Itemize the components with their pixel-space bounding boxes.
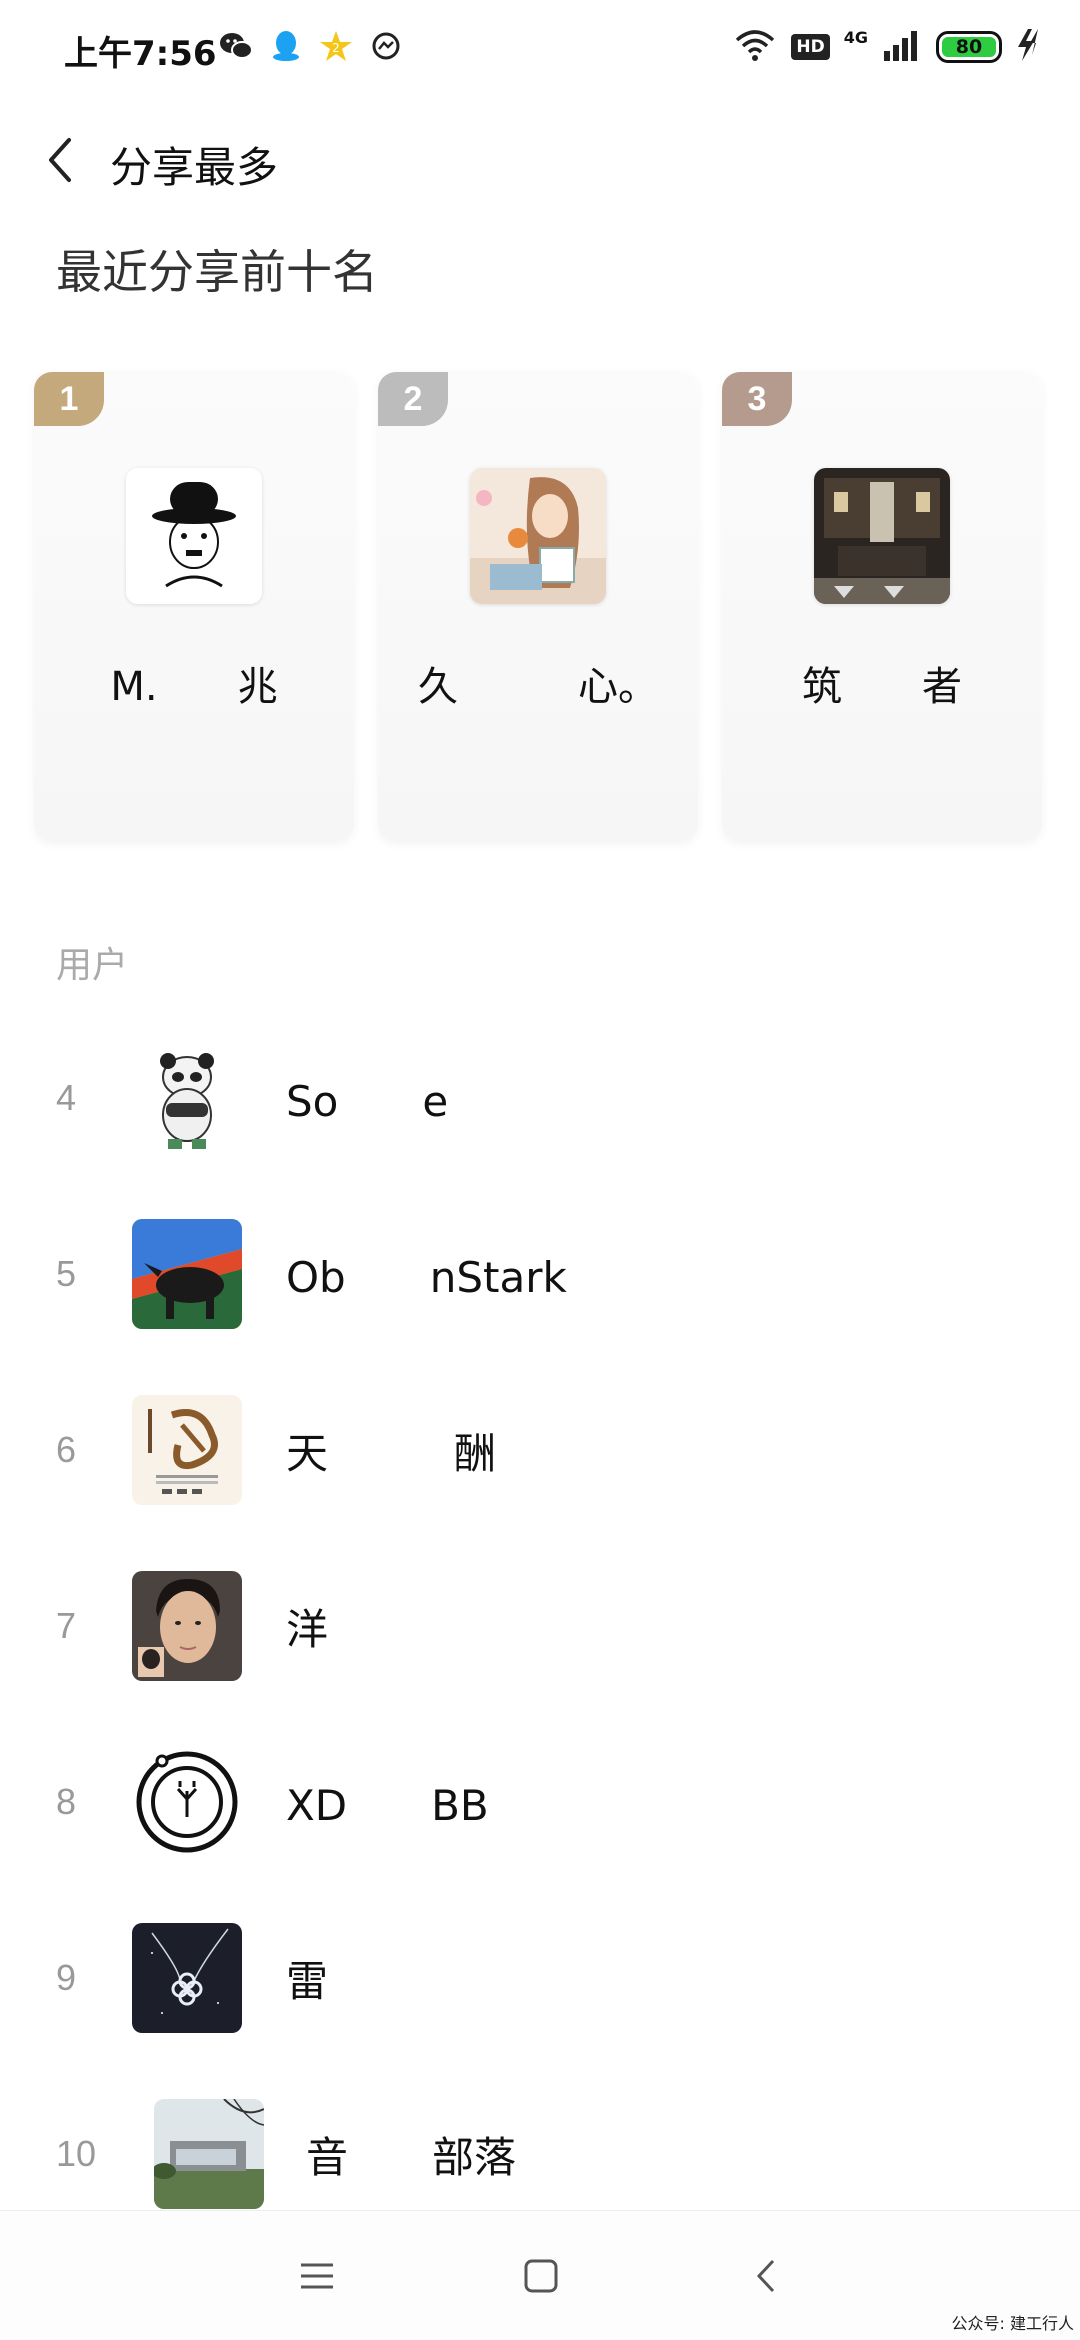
hd-badge: HD — [791, 34, 830, 60]
list-item[interactable]: 4 So e — [0, 1010, 1080, 1186]
avatar — [814, 468, 950, 604]
list-item[interactable]: 7 洋 — [0, 1538, 1080, 1714]
avatar — [132, 1043, 242, 1153]
section-title: 最近分享前十名 — [56, 245, 378, 299]
user-rank: 8 — [56, 1781, 77, 1822]
user-name: 雷 — [286, 1956, 329, 2006]
top-card-1[interactable]: 1 M. 兆 — [34, 372, 354, 842]
system-back-button[interactable] — [734, 2243, 800, 2309]
star-badge-icon: 2 — [318, 28, 354, 64]
menu-icon — [301, 2263, 333, 2289]
user-list: 4 So e 5 Ob nStark 6 天 酬 7 洋 8 XD BB 9 雷… — [0, 1010, 1080, 2242]
rank-badge: 3 — [722, 372, 792, 426]
user-name: 洋 — [286, 1604, 329, 1654]
user-name: So e — [286, 1076, 449, 1126]
messenger-icon — [368, 28, 404, 64]
chevron-left-icon — [49, 138, 71, 182]
page-title: 分享最多 — [110, 143, 279, 192]
user-rank: 6 — [56, 1429, 77, 1470]
status-right: HD 4G 80 — [733, 28, 1044, 66]
charging-icon — [1016, 29, 1044, 65]
top-three-cards: 1 M. 兆 2 久 心。 3 筑 者 — [34, 372, 1046, 842]
top-user-name: M. 兆 — [110, 664, 278, 710]
qq-icon — [268, 28, 304, 64]
status-time: 上午7:56 — [64, 34, 217, 74]
top-user-name: 久 心。 — [418, 664, 658, 710]
wifi-icon — [733, 28, 777, 66]
avatar — [470, 468, 606, 604]
rank-badge: 2 — [378, 372, 448, 426]
user-name: Ob nStark — [286, 1252, 567, 1302]
status-bar: 上午7:56 2 HD 4G 80 — [0, 0, 1080, 100]
user-name: 音 部落 — [306, 2132, 517, 2182]
user-name: XD BB — [286, 1780, 489, 1830]
square-home-icon — [524, 2259, 558, 2293]
list-item[interactable]: 6 天 酬 — [0, 1362, 1080, 1538]
user-rank: 9 — [56, 1957, 77, 1998]
avatar — [126, 468, 262, 604]
svg-text:2: 2 — [332, 41, 340, 55]
app-header: 分享最多 — [0, 110, 1080, 210]
user-rank: 4 — [56, 1077, 77, 1118]
avatar — [132, 1219, 242, 1329]
list-item[interactable]: 8 XD BB — [0, 1714, 1080, 1890]
back-button[interactable] — [30, 130, 90, 190]
top-card-3[interactable]: 3 筑 者 — [722, 372, 1042, 842]
watermark-text: 公众号: 建工行人 — [951, 2314, 1074, 2333]
home-button[interactable] — [508, 2243, 574, 2309]
avatar — [132, 1747, 242, 1857]
avatar — [132, 1571, 242, 1681]
top-user-name: 筑 者 — [802, 664, 962, 710]
recent-apps-button[interactable] — [284, 2243, 350, 2309]
top-card-2[interactable]: 2 久 心。 — [378, 372, 698, 842]
user-rank: 7 — [56, 1605, 77, 1646]
avatar — [132, 1395, 242, 1505]
wechat-icon — [218, 28, 254, 64]
users-section-label: 用户 — [56, 945, 129, 986]
avatar — [132, 1923, 242, 2033]
network-label: 4G — [843, 27, 868, 47]
status-app-icons: 2 — [218, 28, 404, 64]
system-nav-bar: 公众号: 建工行人 — [0, 2210, 1080, 2340]
list-item[interactable]: 9 雷 — [0, 1890, 1080, 2066]
list-item[interactable]: 5 Ob nStark — [0, 1186, 1080, 1362]
user-rank: 10 — [56, 2133, 97, 2174]
signal-icon — [882, 29, 922, 65]
user-rank: 5 — [56, 1253, 77, 1294]
rank-badge: 1 — [34, 372, 104, 426]
user-name: 天 酬 — [286, 1428, 497, 1478]
chevron-left-icon — [756, 2259, 775, 2293]
avatar — [154, 2099, 264, 2209]
battery-indicator: 80 — [936, 31, 1002, 63]
battery-level: 80 — [942, 36, 996, 58]
